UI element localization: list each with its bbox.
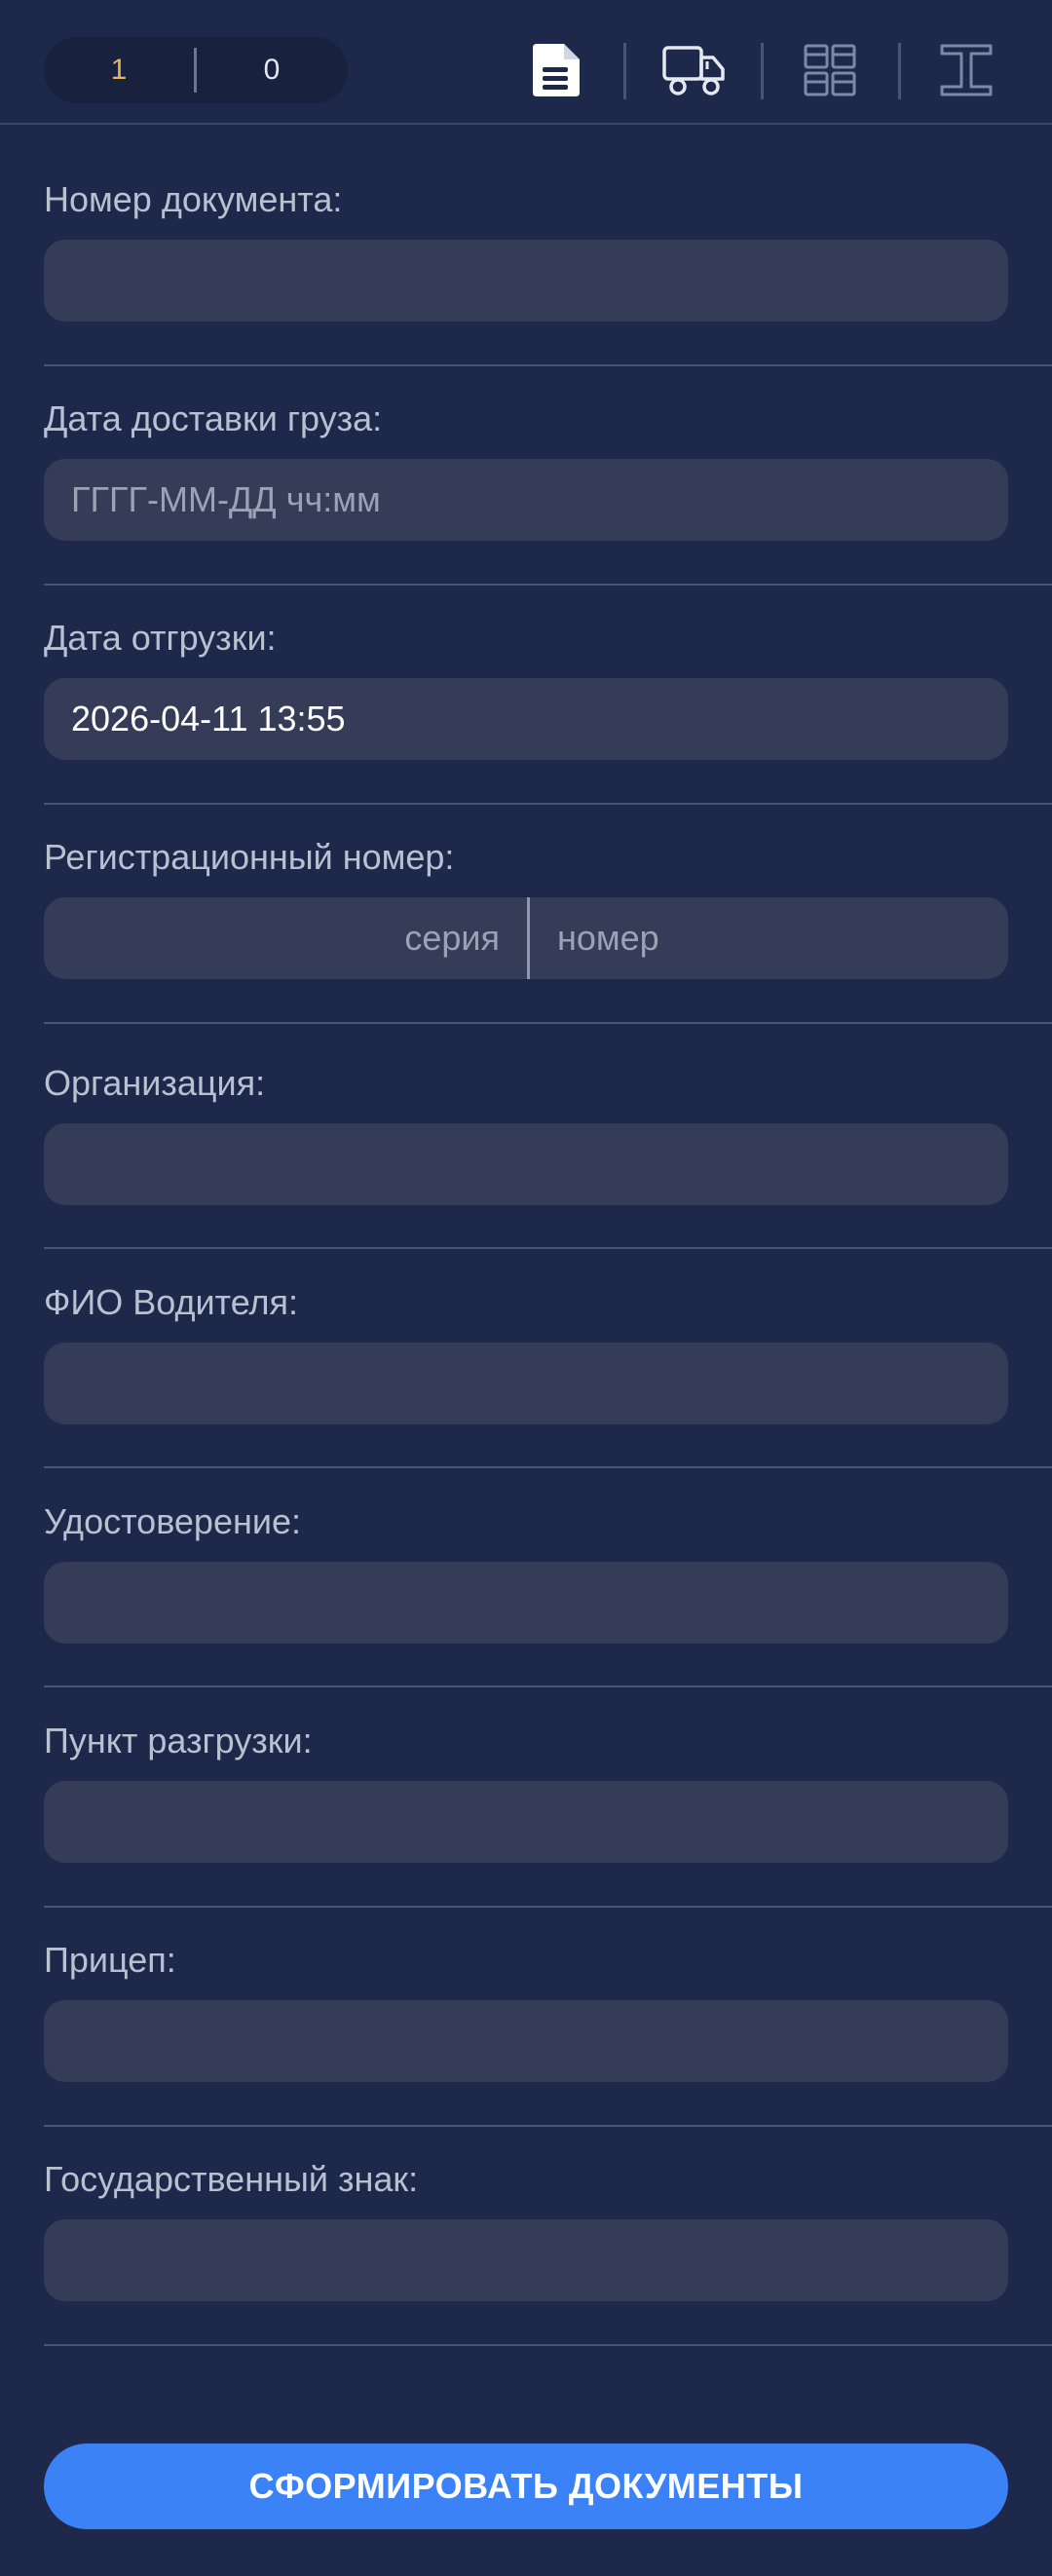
divider — [44, 584, 1052, 586]
driver-name-input[interactable] — [44, 1343, 1008, 1424]
divider — [44, 1686, 1052, 1687]
tab-divider — [761, 43, 764, 99]
tab-document[interactable] — [526, 39, 588, 101]
divider — [44, 364, 1052, 366]
field-label: Регистрационный номер: — [44, 837, 455, 877]
counter-pill[interactable]: 1 0 — [44, 37, 348, 103]
top-bar: 1 0 — [0, 0, 1052, 125]
divider — [44, 1466, 1052, 1468]
delivery-date-placeholder: ГГГГ-ММ-ДД чч:мм — [71, 479, 381, 519]
divider — [44, 1906, 1052, 1908]
shipment-date-value: 2026-04-11 13:55 — [71, 699, 346, 739]
tab-divider — [623, 43, 626, 99]
organization-input[interactable] — [44, 1123, 1008, 1205]
state-plate-input[interactable] — [44, 2219, 1008, 2301]
generate-documents-button[interactable]: СФОРМИРОВАТЬ ДОКУМЕНТЫ — [44, 2443, 1008, 2529]
shipment-date-input[interactable]: 2026-04-11 13:55 — [44, 678, 1008, 760]
registration-number-group: серия номер — [44, 897, 1008, 979]
tab-boxes[interactable] — [799, 39, 861, 101]
field-label: Государственный знак: — [44, 2159, 419, 2199]
registration-series-input[interactable]: серия — [44, 897, 527, 979]
tab-divider — [898, 43, 901, 99]
field-label: Дата отгрузки: — [44, 618, 277, 658]
document-icon — [533, 44, 580, 96]
i-beam-icon — [940, 44, 993, 96]
divider — [44, 803, 1052, 805]
divider — [44, 2344, 1052, 2346]
field-label: Номер документа: — [44, 179, 343, 219]
field-label: Пункт разгрузки: — [44, 1721, 313, 1761]
counter-first: 1 — [110, 54, 128, 86]
registration-number-input[interactable]: номер — [530, 897, 1008, 979]
tab-beam[interactable] — [935, 39, 997, 101]
document-number-input[interactable] — [44, 240, 1008, 322]
field-label: ФИО Водителя: — [44, 1282, 299, 1322]
counter-second: 0 — [263, 54, 281, 86]
unloading-point-input[interactable] — [44, 1781, 1008, 1863]
boxes-icon — [804, 44, 856, 96]
field-label: Организация: — [44, 1063, 266, 1103]
trailer-input[interactable] — [44, 2000, 1008, 2082]
field-label: Дата доставки груза: — [44, 398, 383, 438]
divider — [44, 1022, 1052, 1024]
delivery-date-input[interactable]: ГГГГ-ММ-ДД чч:мм — [44, 459, 1008, 541]
divider — [44, 2125, 1052, 2127]
divider — [44, 1247, 1052, 1249]
field-label: Удостоверение: — [44, 1501, 301, 1541]
tab-truck[interactable] — [660, 39, 729, 101]
license-input[interactable] — [44, 1562, 1008, 1644]
field-label: Прицеп: — [44, 1940, 176, 1980]
truck-icon — [662, 46, 725, 95]
